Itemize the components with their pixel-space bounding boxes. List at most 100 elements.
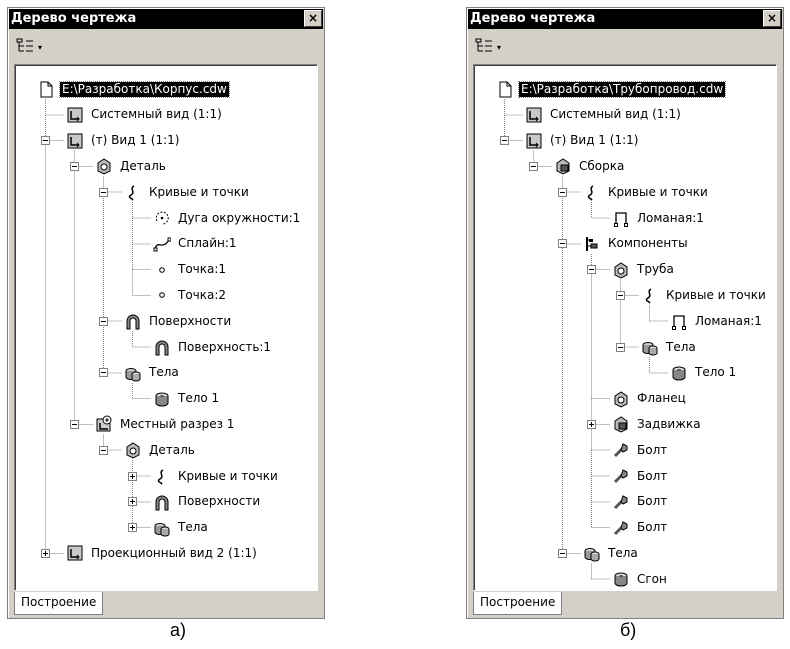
expand-icon[interactable] bbox=[128, 523, 137, 533]
tree-item[interactable]: (т) Вид 1 (1:1) bbox=[66, 131, 181, 151]
part-icon bbox=[614, 261, 628, 279]
tree-item[interactable]: Кривые и точки bbox=[124, 182, 251, 202]
tree-item[interactable]: Поверхность:1 bbox=[153, 337, 273, 357]
tree-item[interactable]: Сплайн:1 bbox=[153, 234, 239, 254]
part-icon bbox=[97, 158, 111, 175]
tree-item-label: Тело 1 bbox=[695, 365, 737, 380]
tree-item[interactable]: Фланец bbox=[612, 389, 688, 409]
tree-item[interactable]: Тело 1 bbox=[153, 389, 221, 409]
point-icon bbox=[159, 266, 165, 273]
tree-item[interactable]: Тела bbox=[641, 337, 698, 357]
collapse-icon[interactable] bbox=[616, 290, 625, 300]
tree-item[interactable]: Компоненты bbox=[583, 234, 690, 254]
surfaces-icon bbox=[155, 340, 169, 356]
expand-icon[interactable] bbox=[128, 497, 137, 507]
tree-item[interactable]: Ломаная:1 bbox=[670, 311, 764, 331]
collapse-icon[interactable] bbox=[70, 419, 79, 429]
collapse-icon[interactable] bbox=[500, 136, 509, 146]
tree-view[interactable]: E:\Разработка\Корпус.cdw Системный вид (1… bbox=[14, 64, 318, 591]
tree-item[interactable]: Местный разрез 1 bbox=[95, 414, 236, 434]
curves-icon bbox=[157, 469, 164, 485]
tree-item[interactable]: Тело 1 bbox=[670, 363, 738, 383]
tree-item[interactable]: Кривые и точки bbox=[153, 466, 280, 486]
tree-item[interactable]: Кривые и точки bbox=[641, 285, 768, 305]
tree-item[interactable]: Точка:2 bbox=[153, 285, 228, 305]
collapse-icon[interactable] bbox=[99, 445, 108, 455]
tree-item[interactable]: Ломаная:1 bbox=[612, 208, 706, 228]
expand-icon[interactable] bbox=[128, 471, 137, 481]
tree-view-mode-button[interactable]: ▾ bbox=[14, 36, 74, 58]
tree-item[interactable]: E:\Разработка\Трубопровод.cdw bbox=[496, 79, 727, 99]
tree-item[interactable]: Деталь bbox=[95, 156, 168, 176]
tree-item[interactable]: Болт bbox=[612, 466, 669, 486]
tree-item-label: (т) Вид 1 (1:1) bbox=[550, 133, 639, 148]
tree-item[interactable]: Болт bbox=[612, 518, 669, 538]
tree-item-label: Болт bbox=[637, 520, 668, 535]
tree-item[interactable]: Тела bbox=[124, 363, 181, 383]
view-icon bbox=[526, 107, 542, 123]
close-button[interactable]: × bbox=[763, 10, 781, 27]
tree-item[interactable]: Тела bbox=[153, 518, 210, 538]
surfaces-icon bbox=[155, 495, 169, 511]
tree-view-mode-button[interactable]: ▾ bbox=[473, 36, 533, 58]
tree-item-label: Тела bbox=[149, 365, 179, 380]
tree-view-icon bbox=[475, 38, 492, 52]
tree-item[interactable]: Задвижка bbox=[612, 414, 703, 434]
collapse-icon[interactable] bbox=[587, 265, 596, 275]
figure-caption-a: а) bbox=[170, 620, 187, 640]
assembly-icon bbox=[614, 416, 628, 433]
collapse-icon[interactable] bbox=[558, 187, 567, 197]
tree-item-label: Фланец bbox=[637, 391, 686, 406]
tree-item[interactable]: Проекционный вид 2 (1:1) bbox=[66, 543, 259, 563]
tree-item[interactable]: Деталь bbox=[124, 440, 197, 460]
chevron-down-icon: ▾ bbox=[497, 43, 502, 52]
tree-item-label: Тела bbox=[178, 520, 208, 535]
tree-item[interactable]: Труба bbox=[612, 260, 676, 280]
body-icon bbox=[155, 392, 169, 407]
close-button[interactable]: × bbox=[304, 10, 322, 27]
collapse-icon[interactable] bbox=[558, 548, 567, 558]
tree-item-label: Болт bbox=[637, 468, 668, 483]
expand-icon[interactable] bbox=[41, 548, 50, 558]
tree-item[interactable]: E:\Разработка\Корпус.cdw bbox=[37, 79, 230, 99]
collapse-icon[interactable] bbox=[558, 239, 567, 249]
collapse-icon[interactable] bbox=[616, 342, 625, 352]
tab-construction[interactable]: Построение bbox=[14, 592, 104, 615]
tree-view[interactable]: E:\Разработка\Трубопровод.cdw Системный в… bbox=[473, 64, 777, 591]
tree-item[interactable]: Системный вид (1:1) bbox=[525, 105, 683, 125]
tree-item[interactable]: Сгон bbox=[612, 569, 669, 589]
collapse-icon[interactable] bbox=[70, 161, 79, 171]
tree-item[interactable]: Сборка bbox=[554, 156, 626, 176]
tree-item-label: E:\Разработка\Корпус.cdw bbox=[59, 80, 230, 98]
tree-item[interactable]: Тела bbox=[583, 543, 640, 563]
tree-item[interactable]: Болт bbox=[612, 492, 669, 512]
tree-item[interactable]: Болт bbox=[612, 440, 669, 460]
surfaces-icon bbox=[126, 314, 140, 330]
tree-item[interactable]: Точка:1 bbox=[153, 260, 228, 280]
curves-icon bbox=[587, 185, 594, 201]
collapse-icon[interactable] bbox=[99, 368, 108, 378]
tab-construction[interactable]: Построение bbox=[473, 592, 563, 615]
drawing-tree-panel-b: Дерево чертежа × ▾ E:\Разработка\Трубопр… bbox=[466, 7, 784, 619]
collapse-icon[interactable] bbox=[529, 161, 538, 171]
expand-icon[interactable] bbox=[587, 419, 596, 429]
local-section-icon bbox=[96, 415, 112, 432]
tree-item-label: E:\Разработка\Трубопровод.cdw bbox=[517, 80, 727, 98]
tree-item[interactable]: (т) Вид 1 (1:1) bbox=[525, 131, 640, 151]
collapse-icon[interactable] bbox=[99, 187, 108, 197]
tree-item[interactable]: Кривые и точки bbox=[583, 182, 710, 202]
tree-item[interactable]: Системный вид (1:1) bbox=[66, 105, 224, 125]
tree-item-label: Точка:2 bbox=[178, 287, 227, 302]
collapse-icon[interactable] bbox=[41, 136, 50, 146]
curves-icon bbox=[645, 288, 652, 305]
tree-item[interactable]: Дуга окружности:1 bbox=[153, 208, 302, 228]
curves-icon bbox=[128, 185, 135, 201]
tree-item[interactable]: Поверхности bbox=[124, 311, 233, 331]
assembly-icon bbox=[556, 158, 570, 175]
tree-item-label: Болт bbox=[637, 494, 668, 509]
tree-item[interactable]: Поверхности bbox=[153, 492, 262, 512]
part-icon bbox=[126, 442, 140, 459]
collapse-icon[interactable] bbox=[99, 316, 108, 326]
view-icon bbox=[67, 545, 83, 561]
tree-item-label: Местный разрез 1 bbox=[120, 416, 235, 431]
